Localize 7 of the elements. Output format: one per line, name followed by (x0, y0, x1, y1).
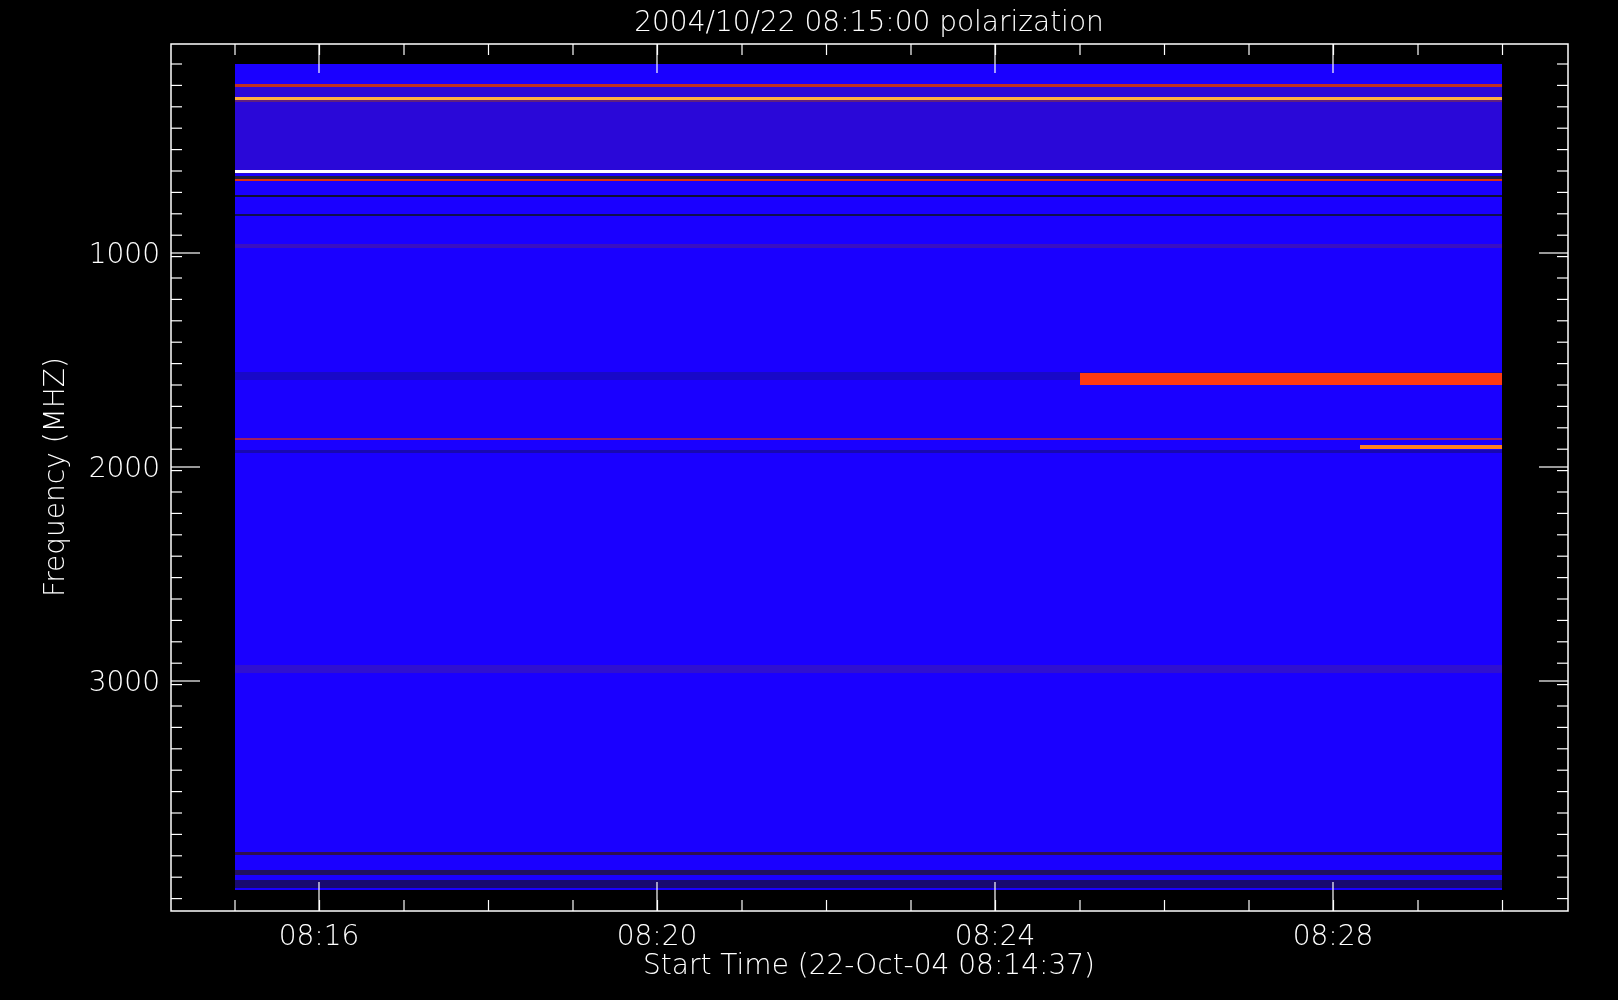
y-tick-label: 1000 (88, 237, 160, 270)
y-tick-label: 3000 (88, 665, 160, 698)
y-axis-label: Frequency (MHZ) (38, 357, 71, 597)
x-tick-label: 08:28 (1292, 919, 1374, 952)
x-tick-label: 08:16 (278, 919, 360, 952)
chart-title: 2004/10/22 08:15:00 polarization (634, 5, 1104, 38)
y-tick-label: 2000 (88, 451, 160, 484)
